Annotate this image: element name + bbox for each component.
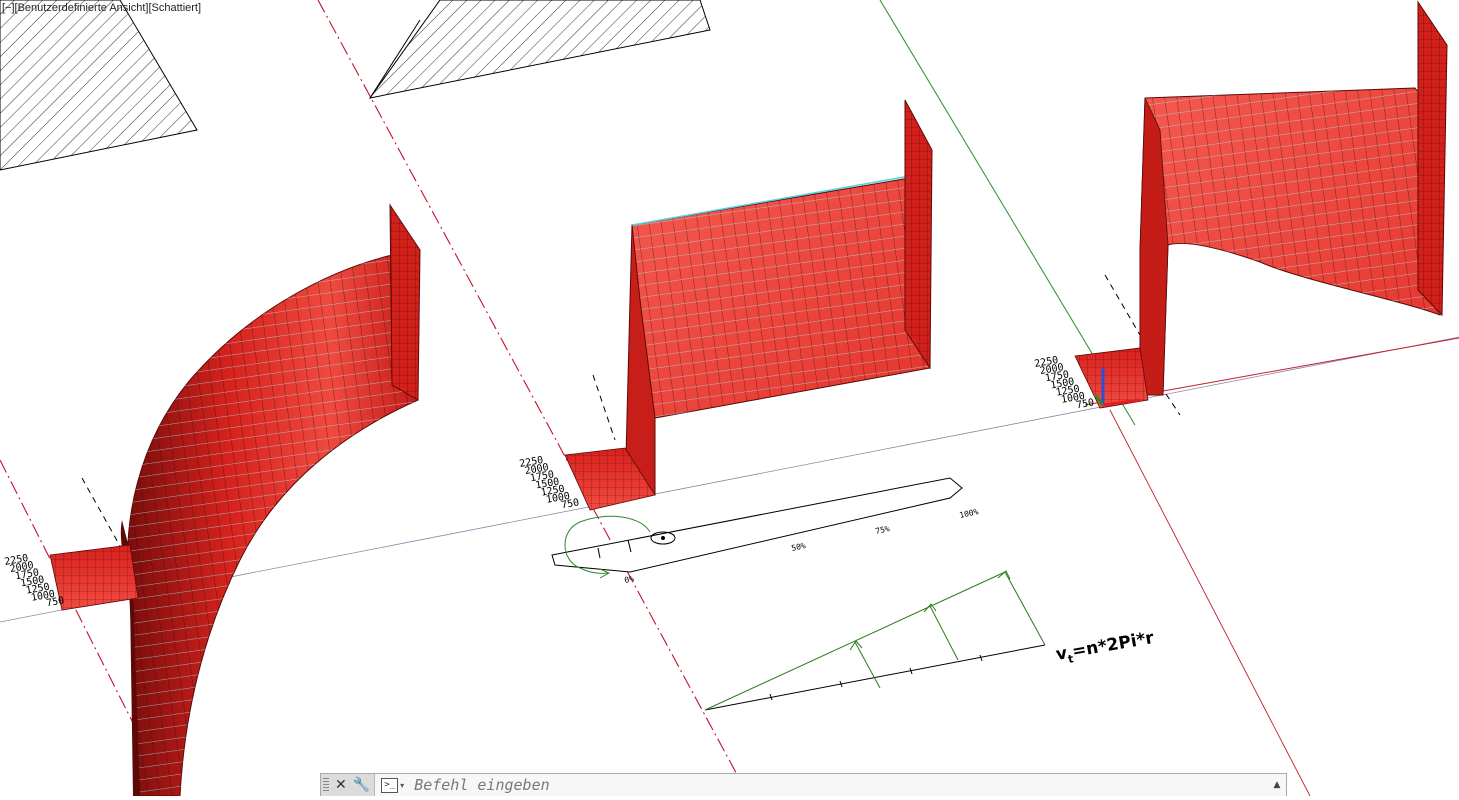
wrench-icon[interactable]: 🔧 — [353, 778, 370, 792]
blade-2 — [564, 99, 933, 511]
x-axis-line-2 — [1109, 409, 1311, 797]
drawing-viewport[interactable]: 2250 2000 1750 1500 1250 1000 750 2250 2… — [0, 0, 1459, 797]
scale-label: 750 — [1075, 397, 1095, 411]
percent-label: 100% — [959, 507, 980, 520]
close-icon[interactable]: ✕ — [335, 778, 347, 792]
viewport-controls-label[interactable]: [−][Benutzerdefinierte Ansicht][Schattie… — [2, 2, 201, 14]
svg-text:vt=n*2Pi*r: vt=n*2Pi*r — [1054, 628, 1156, 668]
blade-1 — [49, 203, 421, 797]
percent-label: 75% — [875, 524, 891, 536]
command-line: ✕ 🔧 >_ ▾ ▲ — [320, 773, 1287, 796]
blade-3 — [1074, 0, 1448, 409]
percent-label: 0% — [624, 574, 635, 585]
formula-rest: =n*2Pi*r — [1071, 628, 1156, 662]
hatched-section-left — [0, 0, 198, 171]
chevron-up-icon[interactable]: ▲ — [1268, 780, 1286, 790]
hatched-section-mid — [368, 0, 711, 99]
command-line-controls: ✕ 🔧 — [321, 774, 376, 796]
command-prompt-button[interactable]: >_ ▾ — [375, 774, 410, 796]
dropdown-caret-icon: ▾ — [400, 780, 405, 790]
command-prompt-icon: >_ — [381, 777, 399, 793]
percent-label: 50% — [791, 541, 807, 553]
command-input[interactable] — [410, 774, 1268, 796]
3d-scene: 2250 2000 1750 1500 1250 1000 750 2250 2… — [0, 0, 1459, 797]
velocity-diagram — [704, 570, 1046, 711]
formula-label: vt=n*2Pi*r — [1054, 628, 1156, 668]
grip-handle-icon[interactable] — [323, 777, 329, 793]
